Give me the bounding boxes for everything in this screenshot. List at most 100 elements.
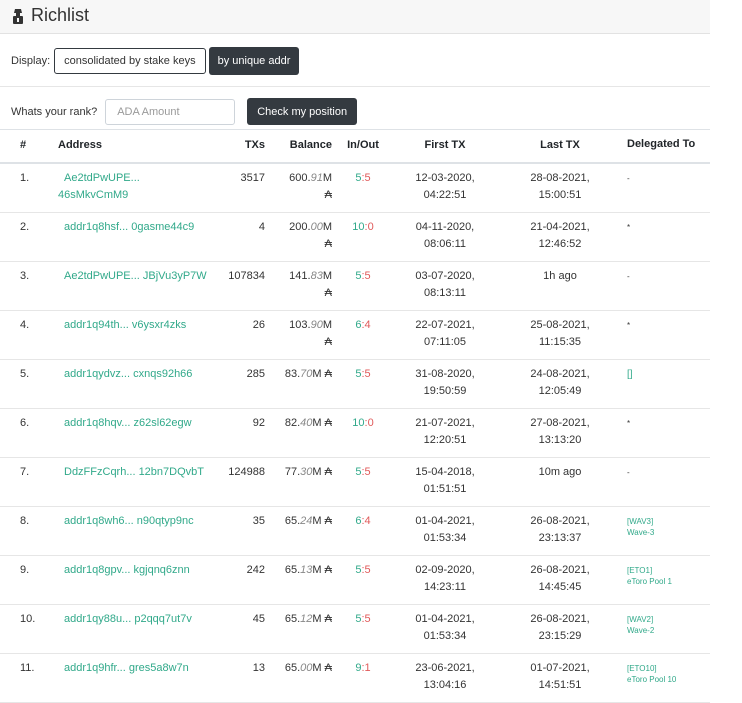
txs-cell: 124988 <box>228 466 265 478</box>
balance-decimals: 40 <box>300 417 313 429</box>
balance-cell: 82.40M ₳ <box>272 415 332 432</box>
last-tx-cell: 27-08-2021, 13:13:20 <box>515 415 605 449</box>
balance-cell: 103.90M ₳ <box>272 317 332 351</box>
table-row: 5. addr1qydvz... cxnqs92h66 285 83.70M ₳ 5:5… <box>0 359 710 409</box>
first-tx-date: 01-04-2021, <box>415 515 475 527</box>
pool-ticker: * <box>627 419 631 428</box>
last-tx-cell: 10m ago <box>515 464 605 481</box>
pool-ticker: [ETO10] <box>627 664 657 673</box>
address-link[interactable]: addr1qy88u... p2qqq7ut7v <box>64 611 214 628</box>
unique-addr-button[interactable]: by unique addr <box>208 47 300 75</box>
last-tx-time: 14:51:51 <box>538 679 582 691</box>
inout-cell: 6:4 <box>345 317 381 334</box>
delegated-to-cell[interactable]: [WAV2] Wave-2 <box>627 614 707 636</box>
table-row: 1. Ae2tdPwUPE... 46sMkvCmM9 3517 600.91M ₳ 5:5… <box>0 163 710 213</box>
first-tx-time: 14:23:11 <box>423 581 466 593</box>
address-link[interactable]: addr1q8hqv... z62sl62egw <box>64 415 214 432</box>
display-label: Display: <box>11 55 51 67</box>
balance-value: 83.70M <box>284 368 322 380</box>
last-tx-date: 25-08-2021, <box>530 319 590 331</box>
last-tx-time: 23:15:29 <box>538 630 582 642</box>
col-last-tx: Last TX <box>540 139 580 151</box>
last-tx-cell: 26-08-2021, 23:15:29 <box>515 611 605 645</box>
col-inout: In/Out <box>347 139 379 151</box>
first-tx-time: 01:51:51 <box>423 483 467 495</box>
first-tx-time: 13:04:16 <box>423 679 467 691</box>
balance-decimals: 00 <box>310 221 323 233</box>
last-tx-time: 13:13:20 <box>538 434 582 446</box>
address-link[interactable]: addr1q9hfr... gres5a8w7n <box>64 660 214 677</box>
out-count: 5 <box>364 172 371 184</box>
rank-form: Whats your rank? ADA Amount Check my pos… <box>11 98 358 125</box>
delegated-to-cell: * <box>627 418 707 429</box>
rank-cell: 11. <box>20 662 35 674</box>
pool-name: Wave-2 <box>627 626 655 635</box>
table-row: 2. addr1q8hsf... 0gasme44c9 4 200.00M ₳ 10:0 0… <box>0 212 710 262</box>
table-row: 11. addr1q9hfr... gres5a8w7n 13 65.00M ₳ 9:1… <box>0 653 710 703</box>
balance-decimals: 24 <box>300 515 313 527</box>
pool-name: Wave-3 <box>627 528 655 537</box>
check-position-button[interactable]: Check my position <box>247 98 358 125</box>
out-count: 1 <box>364 662 371 674</box>
last-tx-time: 14:45:45 <box>538 581 582 593</box>
col-rank: # <box>20 139 27 151</box>
out-count: 4 <box>364 319 371 331</box>
ada-symbol: ₳ <box>321 368 332 380</box>
address-line: Ae2tdPwUPE... <box>64 172 140 184</box>
delegated-to-cell[interactable]: [ETO10] eToro Pool 10 <box>627 663 707 685</box>
out-count: 4 <box>364 515 371 527</box>
ada-amount-input[interactable]: ADA Amount <box>105 98 236 125</box>
table-row: 8. addr1q8wh6... n90qtyp9nc 35 65.24M ₳ 6:4 0… <box>0 506 710 556</box>
balance-cell: 77.30M ₳ <box>272 464 332 481</box>
first-tx-cell: 01-04-2021, 01:53:34 <box>400 513 490 547</box>
pool-ticker: [] <box>627 369 633 380</box>
first-tx-time: 08:06:11 <box>423 238 466 250</box>
balance-decimals: 83 <box>310 270 323 282</box>
last-tx-time: 15:00:51 <box>538 189 582 201</box>
pool-ticker: [WAV3] <box>627 517 654 526</box>
last-tx-cell: 28-08-2021, 15:00:51 <box>515 170 605 204</box>
delegated-to-cell: * <box>627 222 707 233</box>
table-row: 6. addr1q8hqv... z62sl62egw 92 82.40M ₳ 10:0… <box>0 408 710 458</box>
page-header: Richlist <box>0 0 710 34</box>
address-link[interactable]: Ae2tdPwUPE... 46sMkvCmM9 <box>58 170 208 204</box>
first-tx-date: 15-04-2018, <box>415 466 475 478</box>
txs-cell: 26 <box>252 319 265 331</box>
ada-symbol: ₳ <box>324 238 332 250</box>
balance-value: 77.30M <box>284 466 322 478</box>
consolidated-button[interactable]: consolidated by stake keys <box>54 48 206 74</box>
pool-ticker: [ETO1] <box>627 566 653 575</box>
balance-cell: 600.91M ₳ <box>272 170 332 204</box>
txs-cell: 107834 <box>228 270 265 282</box>
address-link[interactable]: addr1qydvz... cxnqs92h66 <box>64 366 214 383</box>
page-title: Richlist <box>31 5 90 25</box>
first-tx-cell: 31-08-2020, 19:50:59 <box>400 366 490 400</box>
miner-icon <box>13 9 23 24</box>
txs-cell: 35 <box>252 515 265 527</box>
txs-cell: 3517 <box>240 172 265 184</box>
balance-value: 82.40M <box>284 417 322 429</box>
first-tx-time: 12:20:51 <box>423 434 467 446</box>
balance-decimals: 70 <box>300 368 313 380</box>
balance-cell: 83.70M ₳ <box>272 366 332 383</box>
delegated-to-cell[interactable]: [WAV3] Wave-3 <box>627 516 707 538</box>
address-link[interactable]: DdzFFzCqrh... 12bn7DQvbT <box>64 464 214 481</box>
rank-cell: 2. <box>20 221 30 233</box>
last-tx-date: 28-08-2021, <box>530 172 590 184</box>
address-link[interactable]: addr1q8hsf... 0gasme44c9 <box>64 219 214 236</box>
balance-cell: 65.13M ₳ <box>272 562 332 579</box>
last-tx-date: 26-08-2021, <box>530 613 590 625</box>
inout-cell: 10:0 <box>345 219 381 236</box>
last-tx-date: 26-08-2021, <box>530 515 590 527</box>
rank-cell: 5. <box>20 368 30 380</box>
delegated-to-cell[interactable]: [ETO1] eToro Pool 1 <box>627 565 707 587</box>
last-tx-time: 11:15:35 <box>538 336 581 348</box>
address-link[interactable]: Ae2tdPwUPE... JBjVu3yP7W <box>64 268 214 285</box>
address-link[interactable]: addr1q8gpv... kgjqnq6znn <box>64 562 214 579</box>
balance-value: 65.13M <box>284 564 322 576</box>
out-count: 5 <box>364 368 371 380</box>
last-tx-date: 1h ago <box>543 270 577 282</box>
rank-cell: 6. <box>20 417 30 429</box>
address-link[interactable]: addr1q94th... v6ysxr4zks <box>64 317 214 334</box>
address-link[interactable]: addr1q8wh6... n90qtyp9nc <box>64 513 214 530</box>
